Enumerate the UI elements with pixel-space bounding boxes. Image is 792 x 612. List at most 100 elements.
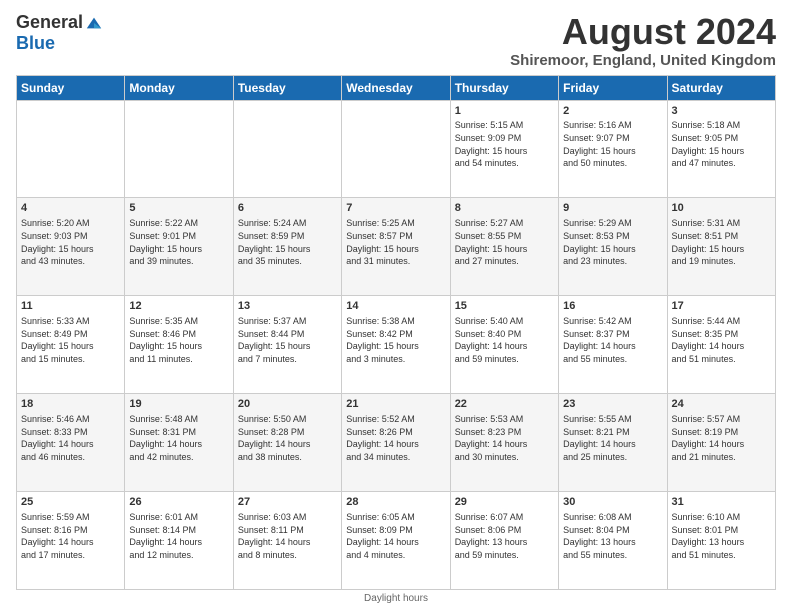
day-number: 12 [129,299,228,314]
table-row: 8Sunrise: 5:27 AM Sunset: 8:55 PM Daylig… [450,198,558,296]
day-info: Sunrise: 5:37 AM Sunset: 8:44 PM Dayligh… [238,315,337,365]
day-info: Sunrise: 5:16 AM Sunset: 9:07 PM Dayligh… [563,119,662,169]
table-row: 18Sunrise: 5:46 AM Sunset: 8:33 PM Dayli… [17,394,125,492]
day-info: Sunrise: 5:55 AM Sunset: 8:21 PM Dayligh… [563,413,662,463]
day-info: Sunrise: 5:48 AM Sunset: 8:31 PM Dayligh… [129,413,228,463]
day-number: 19 [129,397,228,412]
day-info: Sunrise: 5:53 AM Sunset: 8:23 PM Dayligh… [455,413,554,463]
calendar-week-row: 1Sunrise: 5:15 AM Sunset: 9:09 PM Daylig… [17,100,776,198]
day-number: 18 [21,397,120,412]
day-info: Sunrise: 5:52 AM Sunset: 8:26 PM Dayligh… [346,413,445,463]
day-info: Sunrise: 5:35 AM Sunset: 8:46 PM Dayligh… [129,315,228,365]
table-row: 2Sunrise: 5:16 AM Sunset: 9:07 PM Daylig… [559,100,667,198]
logo-blue-text: Blue [16,33,55,54]
table-row: 10Sunrise: 5:31 AM Sunset: 8:51 PM Dayli… [667,198,775,296]
table-row: 4Sunrise: 5:20 AM Sunset: 9:03 PM Daylig… [17,198,125,296]
day-number: 22 [455,397,554,412]
day-info: Sunrise: 5:25 AM Sunset: 8:57 PM Dayligh… [346,217,445,267]
day-number: 25 [21,495,120,510]
table-row: 3Sunrise: 5:18 AM Sunset: 9:05 PM Daylig… [667,100,775,198]
table-row: 5Sunrise: 5:22 AM Sunset: 9:01 PM Daylig… [125,198,233,296]
day-info: Sunrise: 5:18 AM Sunset: 9:05 PM Dayligh… [672,119,771,169]
table-row: 29Sunrise: 6:07 AM Sunset: 8:06 PM Dayli… [450,492,558,590]
table-row: 14Sunrise: 5:38 AM Sunset: 8:42 PM Dayli… [342,296,450,394]
day-info: Sunrise: 5:29 AM Sunset: 8:53 PM Dayligh… [563,217,662,267]
day-number: 3 [672,104,771,119]
table-row: 7Sunrise: 5:25 AM Sunset: 8:57 PM Daylig… [342,198,450,296]
day-number: 23 [563,397,662,412]
calendar-week-row: 25Sunrise: 5:59 AM Sunset: 8:16 PM Dayli… [17,492,776,590]
day-number: 8 [455,201,554,216]
table-row [17,100,125,198]
calendar-week-row: 18Sunrise: 5:46 AM Sunset: 8:33 PM Dayli… [17,394,776,492]
header: General Blue August 2024 Shiremoor, Engl… [16,12,776,69]
day-number: 14 [346,299,445,314]
month-title: August 2024 [510,12,776,52]
table-row: 19Sunrise: 5:48 AM Sunset: 8:31 PM Dayli… [125,394,233,492]
logo: General Blue [16,12,103,54]
day-info: Sunrise: 5:57 AM Sunset: 8:19 PM Dayligh… [672,413,771,463]
day-number: 9 [563,201,662,216]
day-info: Sunrise: 5:50 AM Sunset: 8:28 PM Dayligh… [238,413,337,463]
table-row: 16Sunrise: 5:42 AM Sunset: 8:37 PM Dayli… [559,296,667,394]
col-thursday: Thursday [450,75,558,100]
table-row: 26Sunrise: 6:01 AM Sunset: 8:14 PM Dayli… [125,492,233,590]
title-block: August 2024 Shiremoor, England, United K… [510,12,776,69]
day-info: Sunrise: 5:20 AM Sunset: 9:03 PM Dayligh… [21,217,120,267]
col-tuesday: Tuesday [233,75,341,100]
calendar-header-row: Sunday Monday Tuesday Wednesday Thursday… [17,75,776,100]
day-info: Sunrise: 5:40 AM Sunset: 8:40 PM Dayligh… [455,315,554,365]
day-number: 31 [672,495,771,510]
day-number: 21 [346,397,445,412]
day-number: 2 [563,104,662,119]
day-info: Sunrise: 6:08 AM Sunset: 8:04 PM Dayligh… [563,511,662,561]
day-number: 20 [238,397,337,412]
day-number: 5 [129,201,228,216]
location-title: Shiremoor, England, United Kingdom [510,52,776,69]
table-row: 12Sunrise: 5:35 AM Sunset: 8:46 PM Dayli… [125,296,233,394]
day-info: Sunrise: 6:03 AM Sunset: 8:11 PM Dayligh… [238,511,337,561]
day-number: 17 [672,299,771,314]
table-row: 23Sunrise: 5:55 AM Sunset: 8:21 PM Dayli… [559,394,667,492]
table-row: 13Sunrise: 5:37 AM Sunset: 8:44 PM Dayli… [233,296,341,394]
table-row: 15Sunrise: 5:40 AM Sunset: 8:40 PM Dayli… [450,296,558,394]
day-number: 28 [346,495,445,510]
table-row: 31Sunrise: 6:10 AM Sunset: 8:01 PM Dayli… [667,492,775,590]
calendar-week-row: 4Sunrise: 5:20 AM Sunset: 9:03 PM Daylig… [17,198,776,296]
col-monday: Monday [125,75,233,100]
calendar-week-row: 11Sunrise: 5:33 AM Sunset: 8:49 PM Dayli… [17,296,776,394]
table-row: 24Sunrise: 5:57 AM Sunset: 8:19 PM Dayli… [667,394,775,492]
logo-icon [85,14,103,32]
day-number: 15 [455,299,554,314]
day-info: Sunrise: 5:27 AM Sunset: 8:55 PM Dayligh… [455,217,554,267]
day-info: Sunrise: 6:05 AM Sunset: 8:09 PM Dayligh… [346,511,445,561]
day-number: 6 [238,201,337,216]
footer-daylight: Daylight hours [16,593,776,604]
logo-general-text: General [16,12,83,33]
table-row: 27Sunrise: 6:03 AM Sunset: 8:11 PM Dayli… [233,492,341,590]
day-info: Sunrise: 5:46 AM Sunset: 8:33 PM Dayligh… [21,413,120,463]
table-row: 20Sunrise: 5:50 AM Sunset: 8:28 PM Dayli… [233,394,341,492]
day-number: 16 [563,299,662,314]
day-number: 7 [346,201,445,216]
table-row: 21Sunrise: 5:52 AM Sunset: 8:26 PM Dayli… [342,394,450,492]
table-row: 30Sunrise: 6:08 AM Sunset: 8:04 PM Dayli… [559,492,667,590]
table-row: 28Sunrise: 6:05 AM Sunset: 8:09 PM Dayli… [342,492,450,590]
col-sunday: Sunday [17,75,125,100]
day-number: 4 [21,201,120,216]
table-row [233,100,341,198]
day-info: Sunrise: 5:15 AM Sunset: 9:09 PM Dayligh… [455,119,554,169]
day-number: 13 [238,299,337,314]
day-info: Sunrise: 6:01 AM Sunset: 8:14 PM Dayligh… [129,511,228,561]
day-number: 26 [129,495,228,510]
table-row: 1Sunrise: 5:15 AM Sunset: 9:09 PM Daylig… [450,100,558,198]
day-number: 24 [672,397,771,412]
table-row: 11Sunrise: 5:33 AM Sunset: 8:49 PM Dayli… [17,296,125,394]
table-row [342,100,450,198]
day-number: 11 [21,299,120,314]
day-info: Sunrise: 6:07 AM Sunset: 8:06 PM Dayligh… [455,511,554,561]
day-info: Sunrise: 6:10 AM Sunset: 8:01 PM Dayligh… [672,511,771,561]
day-number: 1 [455,104,554,119]
table-row: 22Sunrise: 5:53 AM Sunset: 8:23 PM Dayli… [450,394,558,492]
day-info: Sunrise: 5:44 AM Sunset: 8:35 PM Dayligh… [672,315,771,365]
